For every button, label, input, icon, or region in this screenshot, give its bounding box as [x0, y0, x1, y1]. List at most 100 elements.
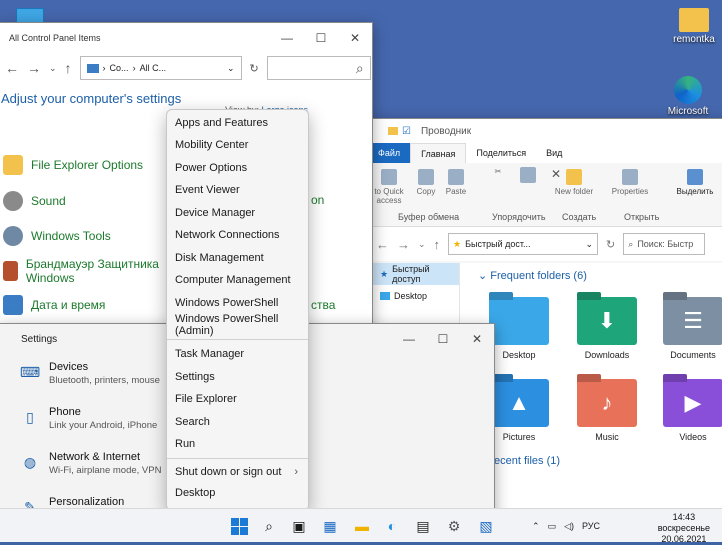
tab-home[interactable]: Главная [410, 143, 467, 163]
menu-item-powershell-admin[interactable]: Windows PowerShell (Admin) [167, 313, 308, 337]
chevron-up-icon[interactable]: ⌃ [532, 521, 540, 532]
frequent-folders-heading[interactable]: ⌄ Frequent folders (6) [478, 269, 587, 282]
properties-button[interactable]: Properties [610, 169, 650, 196]
start-button[interactable] [229, 516, 249, 536]
menu-item-device-manager[interactable]: Device Manager [167, 203, 308, 223]
settings-item-phone[interactable]: ▯ Phone Link your Android, iPhone [21, 406, 157, 431]
sidebar-item-quick-access[interactable]: ★ Быстрый доступ [368, 263, 459, 285]
desktop-icon-remontka[interactable]: remontka [664, 8, 722, 45]
control-panel-search-input[interactable]: ⌕ [266, 56, 371, 80]
desktop-folder-icon [489, 297, 549, 345]
explorer-titlebar[interactable]: ☑ Проводник [368, 119, 722, 143]
forward-icon[interactable]: → [397, 237, 410, 252]
chevron-down-icon[interactable]: ⌄ [227, 63, 235, 74]
cp-item-file-explorer-options[interactable]: File Explorer Options [3, 155, 143, 175]
chevron-down-icon[interactable]: ⌄ [586, 239, 594, 250]
folder-tile-documents[interactable]: ☰ Documents [660, 297, 722, 360]
tab-view[interactable]: Вид [536, 143, 572, 163]
back-icon[interactable]: ← [376, 237, 389, 252]
settings-item-network[interactable]: ◍ Network & Internet Wi-Fi, airplane mod… [21, 451, 162, 476]
search-icon[interactable]: ⌕ [259, 516, 279, 536]
folder-tile-music[interactable]: ♪ Music [574, 379, 640, 442]
breadcrumb-item[interactable]: All C... [140, 63, 167, 73]
refresh-icon[interactable]: ↻ [250, 62, 259, 75]
pin-quick-access-button[interactable]: to Quick access [372, 169, 406, 205]
group-new: Создать [562, 212, 597, 222]
sidebar-item-desktop[interactable]: Desktop [368, 285, 459, 307]
edge-icon[interactable]: ◐ [382, 516, 402, 536]
tab-file[interactable]: Файл [368, 143, 411, 163]
chevron-down-icon[interactable]: ⌄ [418, 239, 426, 250]
folder-tile-downloads[interactable]: ⬇ Downloads [574, 297, 640, 360]
breadcrumb-sep: › [102, 63, 106, 73]
up-icon[interactable]: ↑ [434, 237, 441, 252]
menu-item-computer-management[interactable]: Computer Management [167, 270, 308, 290]
menu-item-settings[interactable]: Settings [167, 367, 308, 387]
back-icon[interactable]: ← [5, 60, 19, 76]
menu-item-event-viewer[interactable]: Event Viewer [167, 180, 308, 200]
chevron-down-icon[interactable]: ⌄ [49, 63, 57, 74]
folder-tile-desktop[interactable]: Desktop [486, 297, 552, 360]
firewall-icon [3, 261, 18, 281]
menu-item-task-manager[interactable]: Task Manager [167, 344, 308, 364]
settings-gear-icon[interactable]: ⚙ [444, 516, 464, 536]
folder-tile-pictures[interactable]: ▲ Pictures [486, 379, 552, 442]
control-panel-titlebar[interactable]: All Control Panel Items — ☐ ✕ [0, 23, 372, 53]
cp-item-sound[interactable]: Sound [3, 191, 66, 211]
menu-item-desktop[interactable]: Desktop [167, 483, 308, 503]
menu-item-mobility-center[interactable]: Mobility Center [167, 135, 308, 155]
tab-share[interactable]: Поделиться [466, 143, 536, 163]
maximize-button[interactable]: ☐ [426, 324, 460, 354]
minimize-button[interactable]: — [270, 23, 304, 53]
copy-button[interactable]: Copy [412, 169, 440, 196]
widgets-icon[interactable]: ▦ [320, 516, 340, 536]
cp-item-firewall[interactable]: Брандмауэр Защитника Windows [3, 257, 163, 285]
close-button[interactable]: ✕ [460, 324, 494, 354]
sidebar-item-label: Быстрый доступ [392, 264, 430, 284]
paste-button[interactable]: Paste [442, 169, 470, 196]
menu-item-search[interactable]: Search [167, 412, 308, 432]
move-to-icon[interactable] [518, 167, 538, 185]
control-panel-navbar: ← → ⌄ ↑ › Co... › All C... ⌄ ↻ ⌕ [0, 53, 372, 83]
pictures-folder-icon: ▲ [489, 379, 549, 427]
desktop-icon-edge[interactable]: Microsoft [658, 76, 718, 117]
control-panel-icon[interactable]: ▧ [476, 516, 496, 536]
cp-item-date-time[interactable]: Дата и время [3, 295, 105, 315]
recent-files-heading[interactable]: ecent files (1) [494, 455, 560, 467]
new-folder-button[interactable]: New folder [554, 169, 594, 196]
menu-item-shutdown[interactable]: Shut down or sign out › [167, 462, 308, 482]
control-panel-address-bar[interactable]: › Co... › All C... ⌄ [79, 56, 242, 80]
menu-item-apps-features[interactable]: Apps and Features [167, 113, 308, 133]
select-button[interactable]: Выделить [674, 169, 716, 196]
volume-icon[interactable]: ◁) [564, 521, 574, 532]
pin-label: to Quick access [374, 187, 404, 205]
cut-icon[interactable]: ✂ [488, 167, 508, 176]
minimize-button[interactable]: — [392, 324, 426, 354]
settings-item-devices[interactable]: ⌨ Devices Bluetooth, printers, mouse [20, 361, 160, 386]
menu-item-run[interactable]: Run [167, 434, 308, 454]
menu-item-disk-management[interactable]: Disk Management [167, 248, 308, 268]
menu-item-file-explorer[interactable]: File Explorer [167, 389, 308, 409]
forward-icon[interactable]: → [27, 60, 41, 76]
task-view-icon[interactable]: ▣ [289, 516, 309, 536]
file-explorer-icon[interactable]: ▬ [352, 516, 372, 536]
language-indicator[interactable]: РУС [582, 521, 600, 531]
network-icon[interactable]: ▭ [548, 521, 557, 532]
refresh-icon[interactable]: ↻ [606, 238, 615, 251]
explorer-search-input[interactable]: ⌕ Поиск: Быстр [623, 233, 706, 255]
explorer-address-bar[interactable]: ★ Быстрый дост... ⌄ [448, 233, 599, 255]
qat-check-icon[interactable]: ☑ [402, 126, 411, 137]
store-icon[interactable]: ▤ [413, 516, 433, 536]
up-icon[interactable]: ↑ [65, 60, 72, 76]
clock-date: 20.06.2021 [661, 534, 707, 544]
maximize-button[interactable]: ☐ [304, 23, 338, 53]
close-button[interactable]: ✕ [338, 23, 372, 53]
ribbon: to Quick access Copy Paste ✂ ✕ New folde… [368, 163, 722, 227]
menu-item-network-connections[interactable]: Network Connections [167, 225, 308, 245]
menu-item-power-options[interactable]: Power Options [167, 158, 308, 178]
breadcrumb-item[interactable]: Co... [110, 63, 129, 73]
clock[interactable]: 14:43 воскресенье 20.06.2021 [658, 512, 710, 545]
folder-tile-videos[interactable]: ▶ Videos [660, 379, 722, 442]
cp-item-windows-tools[interactable]: Windows Tools [3, 226, 111, 246]
menu-item-powershell[interactable]: Windows PowerShell [167, 293, 308, 313]
